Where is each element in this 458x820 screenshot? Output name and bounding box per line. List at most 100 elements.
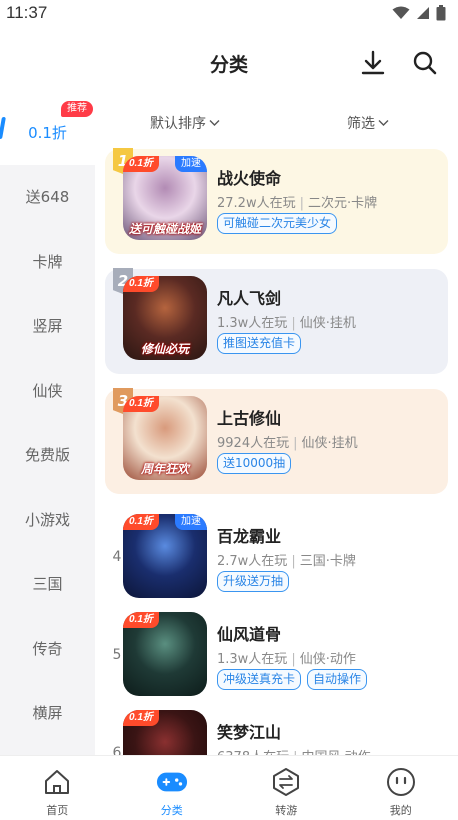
sidebar-item-label: 横屏 <box>32 704 63 723</box>
sort-default-label: 默认排序 <box>150 116 206 132</box>
game-meta: 6378人在玩|中国风·动作 <box>217 746 371 755</box>
game-category: 仙侠·挂机 <box>301 436 358 451</box>
signal-icon <box>417 7 429 19</box>
promo-tag: 推图送充值卡 <box>217 333 302 354</box>
sidebar-item[interactable]: 竖屏 <box>0 294 95 359</box>
sort-default-button[interactable]: 默认排序 <box>150 113 220 133</box>
sidebar-item[interactable]: 横屏 <box>0 681 95 746</box>
discount-tag: 0.1折 <box>123 156 159 172</box>
game-meta: 1.3w人在玩 | 仙侠·动作 <box>217 648 356 667</box>
game-tags: 可触碰二次元美少女 <box>217 213 338 234</box>
promo-tag: 冲级送真充卡 <box>217 669 302 690</box>
category-sidebar: 0.1折 推荐送648 卡牌竖屏仙侠免费版小游戏三国传奇横屏 <box>0 100 95 755</box>
game-card[interactable]: 10.1折加速送可触碰战姬战火使命27.2w人在玩|二次元·卡牌可触碰二次元美少… <box>105 148 448 254</box>
sidebar-item-label: 仙侠 <box>32 381 63 400</box>
meta-separator: | <box>291 652 296 667</box>
nav-label: 转游 <box>275 804 298 817</box>
game-icon[interactable]: 0.1折 加速 <box>123 514 207 598</box>
nav-item-transfer[interactable]: 转游 <box>229 756 344 820</box>
game-row[interactable]: 5 0.1折 仙风道骨 1.3w人在玩 | 仙侠·动作 冲级送真充卡 自动操作 <box>105 605 448 705</box>
game-name: 笑梦江山 <box>217 723 282 742</box>
player-count: 9924人在玩 <box>217 436 290 451</box>
sidebar-item[interactable]: 0.1折 推荐 <box>0 100 95 165</box>
sidebar-item-label: 免费版 <box>24 446 70 465</box>
recommend-badge: 推荐 <box>61 101 93 117</box>
game-name: 战火使命 <box>217 169 282 188</box>
gamepad-icon <box>156 766 188 798</box>
search-button[interactable] <box>410 48 440 78</box>
icon-caption: 送可触碰战姬 <box>128 222 201 236</box>
sidebar-item[interactable]: 三国 <box>0 552 95 617</box>
game-meta: 27.2w人在玩 | 二次元·卡牌 <box>217 192 377 211</box>
game-row[interactable]: 4 0.1折 加速 百龙霸业 2.7w人在玩 | 三国·卡牌 升级送万抽 <box>105 507 448 607</box>
sort-bar: 默认排序 筛选 <box>95 100 458 145</box>
bottom-nav: 首页 分类 转游 我的 <box>0 755 458 820</box>
game-name: 百龙霸业 <box>217 527 282 546</box>
game-row[interactable]: 6 0.1折笑梦江山 6378人在玩|中国风·动作 <box>105 703 448 755</box>
nav-label: 我的 <box>389 804 412 817</box>
sidebar-item-label: 卡牌 <box>32 252 63 271</box>
promo-tag: 可触碰二次元美少女 <box>217 213 338 234</box>
player-count: 2.7w人在玩 <box>217 554 288 569</box>
filter-label: 筛选 <box>347 116 375 132</box>
game-category: 仙侠·动作 <box>299 652 356 667</box>
discount-tag: 0.1折 <box>123 514 159 530</box>
promo-tag: 送10000抽 <box>217 453 292 474</box>
game-name: 上古修仙 <box>217 409 282 428</box>
game-icon[interactable]: 0.1折 加速送可触碰战姬 <box>123 156 207 240</box>
wifi-icon <box>392 6 410 19</box>
rank-number: 4 <box>112 549 122 565</box>
game-list: 10.1折加速送可触碰战姬战火使命27.2w人在玩|二次元·卡牌可触碰二次元美少… <box>95 145 458 755</box>
status-bar: 11:37 <box>0 0 458 26</box>
sidebar-item[interactable]: 传奇 <box>0 616 95 681</box>
search-icon <box>413 51 437 75</box>
sidebar-item[interactable]: 免费版 <box>0 423 95 488</box>
nav-item-home[interactable]: 首页 <box>0 756 115 820</box>
sidebar-item-label: 小游戏 <box>24 510 70 529</box>
nav-label: 首页 <box>46 804 69 817</box>
game-icon[interactable]: 0.1折 修仙必玩 <box>123 276 207 360</box>
rank-number: 5 <box>112 647 122 663</box>
meta-separator: | <box>299 196 304 211</box>
player-count: 1.3w人在玩 <box>217 316 288 331</box>
sidebar-item-label: 三国 <box>32 575 63 594</box>
sidebar-item[interactable]: 送648 <box>0 165 95 230</box>
discount-tag: 0.1折 <box>123 396 159 412</box>
rank-number: 6 <box>112 745 122 755</box>
game-tags: 送10000抽 <box>217 453 292 474</box>
meta-separator: | <box>291 316 296 331</box>
sidebar-item[interactable]: 卡牌 <box>0 229 95 294</box>
speed-tag: 加速 <box>175 156 207 172</box>
sidebar-item[interactable]: 仙侠 <box>0 358 95 423</box>
game-category: 二次元·卡牌 <box>307 196 378 211</box>
sidebar-item-label: 送648 <box>25 188 70 207</box>
game-icon[interactable]: 0.1折周年狂欢 <box>123 396 207 480</box>
chevron-down-icon <box>209 120 220 126</box>
sidebar-item-label: 0.1折 <box>28 123 67 142</box>
game-tags: 推图送充值卡 <box>217 333 302 354</box>
download-icon <box>361 50 385 75</box>
game-name: 凡人飞剑 <box>217 289 282 308</box>
download-button[interactable] <box>358 48 388 78</box>
nav-item-profile[interactable]: 我的 <box>344 756 458 820</box>
game-card[interactable]: 30.1折周年狂欢上古修仙9924人在玩|仙侠·挂机送10000抽 <box>105 388 448 494</box>
page-title: 分类 <box>209 54 248 76</box>
speed-tag: 加速 <box>175 514 207 530</box>
game-meta: 1.3w人在玩 | 仙侠·挂机 <box>217 312 356 331</box>
game-meta: 2.7w人在玩 | 三国·卡牌 <box>217 550 356 569</box>
nav-item-gamepad[interactable]: 分类 <box>115 756 230 820</box>
filter-button[interactable]: 筛选 <box>347 113 389 133</box>
game-tags: 升级送万抽 <box>217 571 290 592</box>
game-icon[interactable]: 0.1折 <box>123 612 207 696</box>
icon-caption: 周年狂欢 <box>140 462 189 476</box>
sidebar-item-label: 传奇 <box>32 639 63 658</box>
nav-label: 分类 <box>160 804 183 817</box>
chevron-down-icon <box>378 120 389 126</box>
battery-icon <box>436 5 446 21</box>
game-icon[interactable]: 0.1折 <box>123 710 207 755</box>
game-card[interactable]: 20.1折修仙必玩凡人飞剑1.3w人在玩|仙侠·挂机推图送充值卡 <box>105 268 448 374</box>
sidebar-item[interactable]: 小游戏 <box>0 487 95 552</box>
game-category: 仙侠·挂机 <box>299 316 356 331</box>
meta-separator: | <box>291 554 296 569</box>
transfer-icon <box>270 766 302 798</box>
